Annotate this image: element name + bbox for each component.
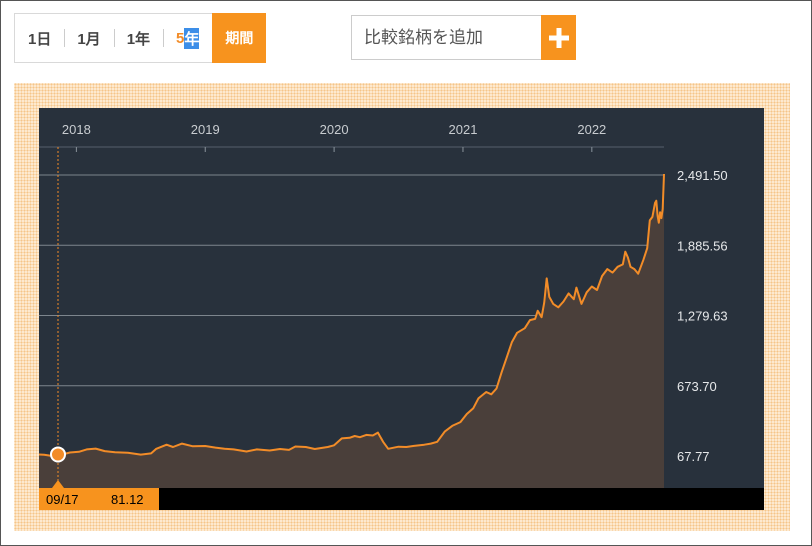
y-tick-label: 1,885.56 — [677, 238, 728, 253]
x-tick-label: 2019 — [191, 122, 220, 137]
y-tick-label: 67.77 — [677, 449, 710, 464]
y-tick-label: 2,491.50 — [677, 168, 728, 183]
compare-symbol — [351, 15, 576, 60]
price-chart[interactable]: 2018 2019 2020 2021 2022 2,491.50 1,885.56 1,27… — [14, 83, 790, 531]
plus-icon — [548, 27, 569, 48]
x-tick-label: 2018 — [62, 122, 91, 137]
chart-panel: 2018 2019 2020 2021 2022 2,491.50 1,885.56 1,27… — [14, 83, 790, 531]
period-5year-unit: 年 — [184, 27, 200, 49]
custom-period-button[interactable]: 期間 — [212, 13, 267, 63]
period-selector: 1日 1月 1年 5年 期間 — [14, 13, 267, 63]
period-1month-button[interactable]: 1月 — [64, 14, 113, 62]
period-5year-number: 5 — [176, 29, 185, 47]
crosshair-value: 81.12 — [111, 492, 144, 507]
y-tick-label: 1,279.63 — [677, 309, 728, 324]
period-1day-button[interactable]: 1日 — [15, 14, 64, 62]
compare-symbol-input[interactable] — [351, 15, 541, 60]
x-tick-label: 2020 — [320, 122, 349, 137]
crosshair-date: 09/17 — [46, 492, 79, 507]
crosshair-marker — [50, 446, 66, 463]
period-1year-button[interactable]: 1年 — [113, 14, 163, 62]
period-5year-button[interactable]: 5年 — [163, 14, 212, 62]
x-tick-label: 2022 — [577, 122, 606, 137]
x-tick-label: 2021 — [449, 122, 478, 137]
y-tick-label: 673.70 — [677, 379, 717, 394]
add-compare-button[interactable] — [541, 15, 576, 60]
